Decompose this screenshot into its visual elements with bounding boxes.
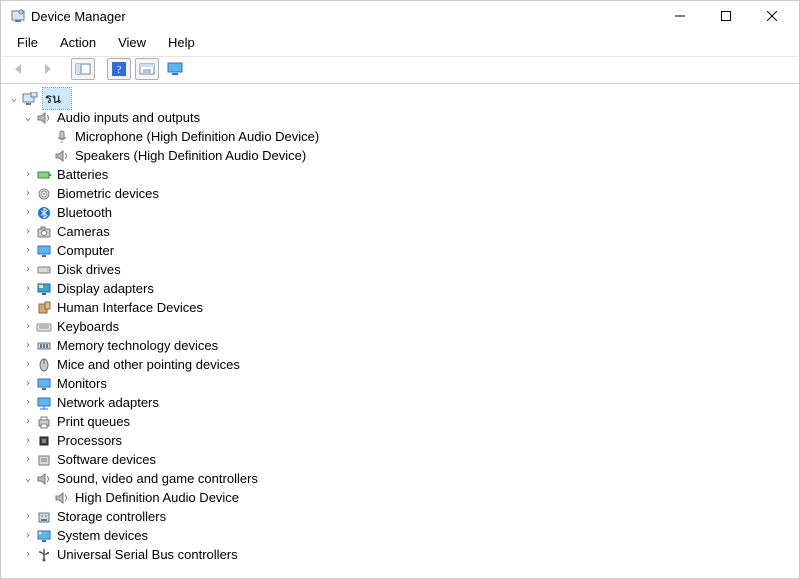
category-node[interactable]: Universal Serial Bus controllers — [57, 547, 238, 562]
maximize-button[interactable] — [703, 1, 749, 31]
back-button[interactable] — [7, 58, 31, 80]
bluetooth-icon — [35, 205, 53, 221]
category-node[interactable]: Cameras — [57, 224, 110, 239]
category-node[interactable]: Print queues — [57, 414, 130, 429]
menu-help[interactable]: Help — [158, 33, 205, 52]
root-node[interactable]: รน — [43, 88, 71, 109]
category-node[interactable]: System devices — [57, 528, 148, 543]
expand-toggle[interactable]: ⌄ — [7, 93, 21, 104]
device-node[interactable]: Speakers (High Definition Audio Device) — [75, 148, 306, 163]
keyboard-icon — [35, 319, 53, 335]
expand-toggle[interactable]: › — [21, 511, 35, 522]
category-node[interactable]: Disk drives — [57, 262, 121, 277]
network-icon — [35, 395, 53, 411]
mouse-icon — [35, 357, 53, 373]
app-icon — [9, 8, 27, 24]
minimize-button[interactable] — [657, 1, 703, 31]
category-node[interactable]: Processors — [57, 433, 122, 448]
computer-root-icon — [21, 91, 39, 107]
category-node[interactable]: Monitors — [57, 376, 107, 391]
category-node[interactable]: Batteries — [57, 167, 108, 182]
svg-text:?: ? — [117, 64, 122, 76]
category-node[interactable]: Memory technology devices — [57, 338, 218, 353]
speaker-icon — [35, 110, 53, 126]
device-node[interactable]: Microphone (High Definition Audio Device… — [75, 129, 319, 144]
cpu-icon — [35, 433, 53, 449]
expand-toggle[interactable]: › — [21, 169, 35, 180]
system-icon — [35, 528, 53, 544]
expand-toggle[interactable]: › — [21, 435, 35, 446]
camera-icon — [35, 224, 53, 240]
close-button[interactable] — [749, 1, 795, 31]
expand-toggle[interactable]: ⌄ — [21, 112, 35, 123]
biometric-icon — [35, 186, 53, 202]
forward-button[interactable] — [35, 58, 59, 80]
show-hide-console-button[interactable] — [71, 58, 95, 80]
category-node[interactable]: Keyboards — [57, 319, 119, 334]
expand-toggle[interactable]: › — [21, 264, 35, 275]
expand-toggle[interactable]: › — [21, 416, 35, 427]
memory-icon — [35, 338, 53, 354]
category-node[interactable]: Biometric devices — [57, 186, 159, 201]
expand-toggle[interactable]: › — [21, 245, 35, 256]
category-node[interactable]: Software devices — [57, 452, 156, 467]
monitor-icon — [35, 243, 53, 259]
hid-icon — [35, 300, 53, 316]
category-node[interactable]: Mice and other pointing devices — [57, 357, 240, 372]
category-node[interactable]: Sound, video and game controllers — [57, 471, 258, 486]
category-node[interactable]: Network adapters — [57, 395, 159, 410]
usb-icon — [35, 547, 53, 563]
menubar: File Action View Help — [1, 31, 799, 56]
expand-toggle[interactable]: › — [21, 283, 35, 294]
mic-icon — [53, 129, 71, 145]
monitor-icon — [35, 376, 53, 392]
expand-toggle[interactable]: › — [21, 226, 35, 237]
expand-toggle[interactable]: › — [21, 321, 35, 332]
device-tree[interactable]: ⌄ รน ⌄ Audio inputs and outputs Microphone… — [1, 84, 799, 579]
expand-toggle[interactable]: ⌄ — [21, 473, 35, 484]
expand-toggle[interactable]: › — [21, 530, 35, 541]
expand-toggle[interactable]: › — [21, 378, 35, 389]
disk-icon — [35, 262, 53, 278]
menu-file[interactable]: File — [7, 33, 48, 52]
toolbar: ? — [1, 56, 799, 84]
expand-toggle[interactable]: › — [21, 359, 35, 370]
expand-toggle[interactable]: › — [21, 207, 35, 218]
properties-button[interactable] — [135, 58, 159, 80]
expand-toggle[interactable]: › — [21, 397, 35, 408]
printer-icon — [35, 414, 53, 430]
storage-icon — [35, 509, 53, 525]
expand-toggle[interactable]: › — [21, 188, 35, 199]
speaker-icon — [53, 148, 71, 164]
scan-hardware-button[interactable] — [163, 58, 187, 80]
menu-action[interactable]: Action — [50, 33, 106, 52]
display-icon — [35, 281, 53, 297]
device-node[interactable]: High Definition Audio Device — [75, 490, 239, 505]
expand-toggle[interactable]: › — [21, 549, 35, 560]
expand-toggle[interactable]: › — [21, 340, 35, 351]
expand-toggle[interactable]: › — [21, 454, 35, 465]
expand-toggle[interactable]: › — [21, 302, 35, 313]
category-node[interactable]: Audio inputs and outputs — [57, 110, 200, 125]
category-node[interactable]: Storage controllers — [57, 509, 166, 524]
speaker-icon — [53, 490, 71, 506]
category-node[interactable]: Human Interface Devices — [57, 300, 203, 315]
software-icon — [35, 452, 53, 468]
speaker-icon — [35, 471, 53, 487]
category-node[interactable]: Display adapters — [57, 281, 154, 296]
battery-icon — [35, 167, 53, 183]
help-button[interactable]: ? — [107, 58, 131, 80]
category-node[interactable]: Bluetooth — [57, 205, 112, 220]
menu-view[interactable]: View — [108, 33, 156, 52]
window-title: Device Manager — [31, 9, 657, 24]
titlebar: Device Manager — [1, 1, 799, 31]
category-node[interactable]: Computer — [57, 243, 114, 258]
